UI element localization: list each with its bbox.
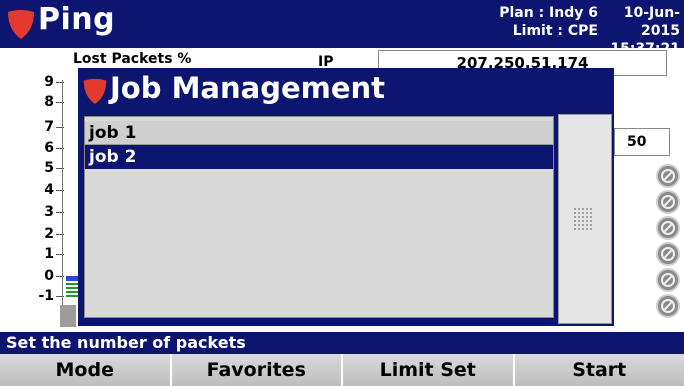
chart-scroll-handle: [60, 305, 76, 327]
mode-button[interactable]: Mode: [0, 354, 172, 386]
stop-circle-icon: [656, 242, 680, 266]
stop-circle-icon: [656, 294, 680, 318]
stop-circle-icon: [656, 190, 680, 214]
scroll-grip-icon: [573, 207, 593, 231]
y-tick: 4: [28, 182, 64, 198]
favorites-button[interactable]: Favorites: [171, 354, 343, 386]
stop-circle-icon: [656, 216, 680, 240]
packet-count-field[interactable]: 50: [614, 128, 670, 156]
softkey-bar: Mode Favorites Limit Set Start: [0, 354, 684, 386]
y-tick: 0: [28, 268, 64, 284]
stop-circle-icon: [656, 268, 680, 292]
scrollbar[interactable]: [558, 114, 612, 324]
shield-icon: [83, 78, 107, 104]
job-list: job 1 job 2: [84, 116, 554, 318]
y-tick: 1: [28, 246, 64, 262]
y-tick: -1: [28, 288, 64, 304]
y-tick: 5: [28, 160, 64, 176]
title-bar: Ping Plan : Indy 6 Limit : CPE 10-Jun-20…: [0, 0, 684, 57]
y-tick: 8: [28, 94, 64, 110]
y-tick: 9: [28, 74, 64, 90]
app-title: Ping: [38, 2, 116, 37]
date-text: 10-Jun-2015: [623, 5, 680, 39]
status-bar: Set the number of packets: [0, 332, 684, 354]
y-axis-line: [62, 80, 63, 306]
dialog-title: Job Management: [110, 71, 386, 105]
y-axis: 9 8 7 6 5 4 3 2 1 0 -1: [28, 74, 64, 304]
stop-circle-icon: [656, 164, 680, 188]
list-item[interactable]: job 1: [85, 121, 553, 145]
limit-text: Limit : CPE: [512, 23, 598, 39]
shield-icon: [8, 10, 34, 39]
y-tick: 3: [28, 204, 64, 220]
plan-info: Plan : Indy 6 Limit : CPE: [470, 4, 598, 40]
y-tick: 7: [28, 119, 64, 135]
start-button[interactable]: Start: [514, 354, 684, 386]
limit-set-button[interactable]: Limit Set: [343, 354, 515, 386]
plan-text: Plan : Indy 6: [499, 5, 598, 21]
y-tick: 6: [28, 140, 64, 156]
list-item-selected[interactable]: job 2: [85, 145, 553, 169]
y-tick: 2: [28, 226, 64, 242]
lost-packets-label: Lost Packets %: [73, 51, 192, 67]
job-management-dialog: Job Management job 1 job 2: [78, 68, 614, 326]
